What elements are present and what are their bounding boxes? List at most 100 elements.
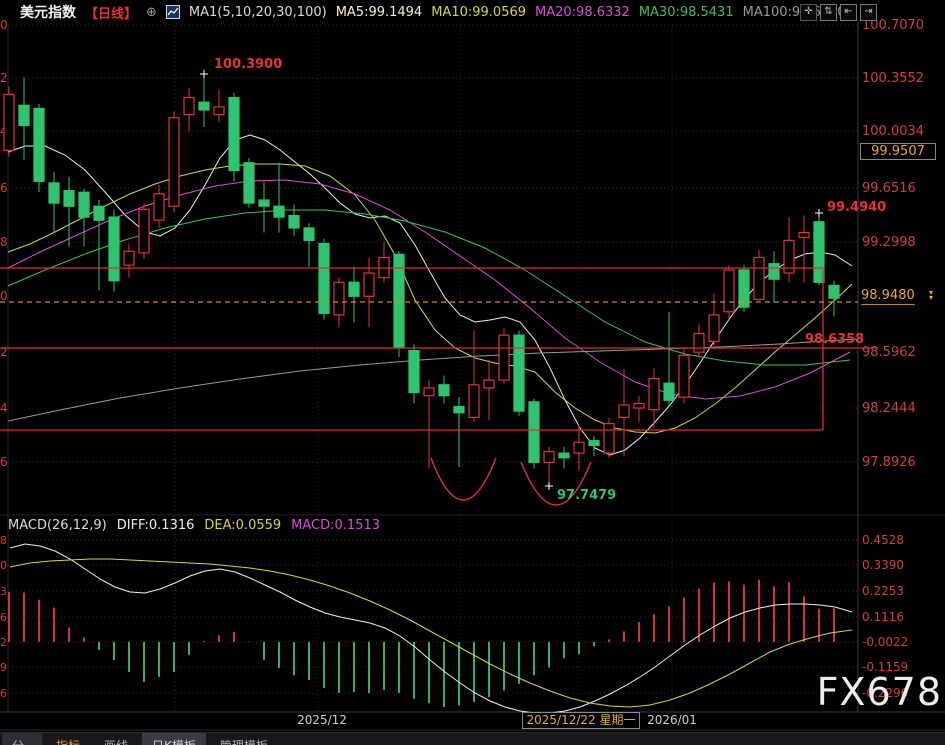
candle-up (484, 380, 494, 388)
alert-line-price-label[interactable]: 98.6358 (805, 332, 864, 347)
macd-axis-left-digit: 8 (0, 534, 7, 547)
y-axis-left-digit: 6 (0, 181, 8, 195)
macd-params-label[interactable]: MACD(26,12,9) (8, 518, 107, 533)
macd-axis-left-digit: 3 (0, 585, 7, 598)
chart-type-icon[interactable] (166, 5, 180, 19)
candle-up (799, 233, 809, 238)
candle-up (139, 209, 149, 252)
candle-down (529, 402, 539, 463)
candle-down (304, 228, 314, 240)
candle-down (589, 441, 599, 446)
shift-left-icon[interactable]: ⇤ (840, 4, 857, 21)
candle-up (169, 118, 179, 207)
macd-dea-line (10, 559, 852, 707)
candle-down (829, 285, 839, 298)
candle-down (439, 385, 449, 396)
y-axis-tick: 99.2998 (862, 235, 916, 250)
tab-4[interactable]: 管理模板 (210, 733, 278, 745)
macd-axis-tick: 0.2253 (862, 584, 904, 598)
tab-0[interactable]: 分时 (2, 733, 42, 745)
macd-diff-line (10, 544, 852, 713)
chart-header: 美元指数 【日线】 ⊕ MA1(5,10,20,30,100) MA5:99.1… (20, 3, 846, 21)
ma30-value: MA30:98.5431 (639, 5, 734, 20)
candle-down (559, 453, 569, 458)
candle-down (769, 264, 779, 280)
macd-dea-value: DEA:0.0559 (204, 518, 281, 533)
candle-down (349, 282, 359, 296)
y-axis-left-digit: 2 (0, 71, 8, 85)
macd-diff-value: DIFF:0.1316 (117, 518, 195, 533)
y-axis-tick: 98.2444 (862, 401, 916, 416)
high-price-label: 100.3900 (214, 57, 282, 72)
candle-up (4, 94, 14, 150)
tab-1[interactable]: 指标 (46, 733, 90, 745)
candle-up (754, 257, 764, 299)
axis-scale-icon[interactable]: ⇅ (820, 4, 837, 21)
candle-down (664, 383, 674, 400)
tab-3[interactable]: 日K模板 (142, 733, 206, 745)
candle-up (724, 270, 734, 312)
ma-line-ma100 (8, 339, 858, 421)
macd-axis-tick: 0.1116 (862, 610, 904, 624)
candle-down (64, 191, 74, 207)
candle-down (79, 192, 89, 217)
candle-up (694, 334, 704, 353)
candle-up (544, 452, 554, 463)
candle-down (289, 216, 299, 228)
macd-axis-left-digit: 0 (0, 559, 7, 572)
recent-high-price-label: 99.4940 (827, 200, 886, 215)
tab-2[interactable]: 画线 (94, 733, 138, 745)
candle-up (424, 388, 434, 396)
macd-axis-tick: 0.4528 (862, 533, 904, 547)
crosshair-date-tag: 2025/12/22 星期一 (522, 712, 640, 729)
candle-down (274, 206, 284, 217)
candle-up (124, 251, 134, 265)
y-axis-tick: 99.6516 (862, 181, 916, 196)
candle-down (49, 183, 59, 203)
ma5-value: MA5:99.1494 (336, 5, 423, 20)
current-price-marker-icon: ▾▾ (925, 290, 937, 300)
trading-chart-app: 100.7070100.3552100.003499.651699.299898… (0, 0, 945, 745)
chart-canvas[interactable]: 100.7070100.3552100.003499.651699.299898… (0, 0, 945, 745)
y-axis-tick: 100.3552 (862, 71, 924, 86)
macd-axis-left-digit: 2 (0, 636, 7, 649)
candle-down (229, 98, 239, 171)
ma10-value: MA10:99.0569 (431, 5, 526, 20)
period-label[interactable]: 【日线】 (85, 3, 137, 22)
y-axis-tick: 97.8926 (862, 455, 916, 470)
crosshair-price-tag: 99.9507 (860, 143, 936, 160)
candle-up (364, 273, 374, 296)
x-axis-month-label: 2025/12 (294, 713, 350, 727)
ma-group-label[interactable]: MA1(5,10,20,30,100) (189, 5, 327, 20)
macd-axis-left-digit: 6 (0, 611, 7, 624)
candle-down (94, 206, 104, 220)
candle-down (244, 163, 254, 203)
candle-down (259, 200, 269, 206)
candle-down (19, 105, 29, 125)
pan-icon[interactable]: ✛ (800, 4, 817, 21)
expand-icon[interactable]: ⊕ (146, 5, 157, 20)
candle-down (409, 351, 419, 393)
candle-up (469, 385, 479, 418)
y-axis-left-digit: 0 (0, 289, 8, 303)
candle-down (34, 108, 44, 181)
candle-down (454, 407, 464, 413)
current-price-tag: 98.9480 (861, 288, 915, 305)
candle-up (574, 442, 584, 453)
macd-macd-value: MACD:0.1513 (291, 518, 380, 533)
candle-up (334, 282, 344, 315)
macd-axis-tick: 0.3390 (862, 558, 904, 572)
candle-up (649, 379, 659, 410)
macd-axis-left-digit: 6 (0, 687, 7, 700)
candle-up (499, 335, 509, 380)
y-axis-left-digit: 0 (0, 18, 8, 32)
watermark: FX678 (817, 670, 942, 714)
macd-header: MACD(26,12,9) DIFF:0.1316 DEA:0.0559 MAC… (8, 518, 380, 533)
candle-down (514, 335, 524, 411)
candle-up (604, 424, 614, 454)
candle-up (619, 405, 629, 417)
y-axis-left-digit: 2 (0, 345, 8, 359)
shift-right-icon[interactable]: ⇥ (860, 4, 877, 21)
macd-axis-tick: -0.0022 (862, 635, 908, 649)
y-axis-tick: 100.0034 (862, 124, 924, 139)
